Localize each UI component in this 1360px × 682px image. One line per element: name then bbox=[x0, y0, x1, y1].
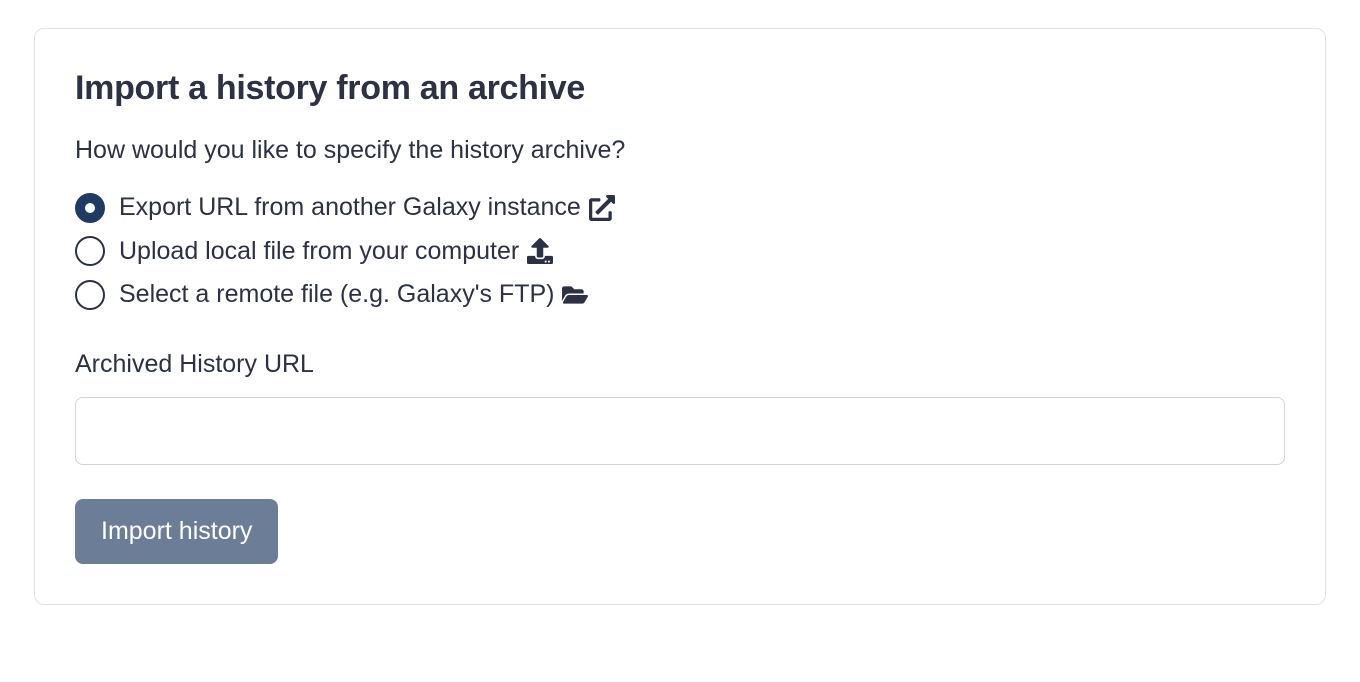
radio-option-upload-local[interactable]: Upload local file from your computer bbox=[75, 233, 1285, 271]
radio-label-text: Select a remote file (e.g. Galaxy's FTP) bbox=[119, 276, 554, 314]
radio-indicator bbox=[75, 236, 105, 266]
radio-indicator bbox=[75, 280, 105, 310]
external-link-icon bbox=[589, 195, 615, 221]
upload-icon bbox=[527, 238, 553, 264]
radio-label-text: Upload local file from your computer bbox=[119, 233, 519, 271]
folder-open-icon bbox=[562, 282, 588, 308]
archived-history-url-input[interactable] bbox=[75, 397, 1285, 465]
import-history-panel: Import a history from an archive How wou… bbox=[34, 28, 1326, 605]
panel-title: Import a history from an archive bbox=[75, 69, 1285, 108]
panel-subtitle: How would you like to specify the histor… bbox=[75, 136, 1285, 165]
radio-indicator bbox=[75, 193, 105, 223]
url-field-label: Archived History URL bbox=[75, 350, 1285, 379]
radio-option-remote-file[interactable]: Select a remote file (e.g. Galaxy's FTP) bbox=[75, 276, 1285, 314]
archive-source-radio-group: Export URL from another Galaxy instance … bbox=[75, 189, 1285, 314]
radio-option-export-url[interactable]: Export URL from another Galaxy instance bbox=[75, 189, 1285, 227]
import-history-button[interactable]: Import history bbox=[75, 499, 278, 564]
radio-label-text: Export URL from another Galaxy instance bbox=[119, 189, 581, 227]
